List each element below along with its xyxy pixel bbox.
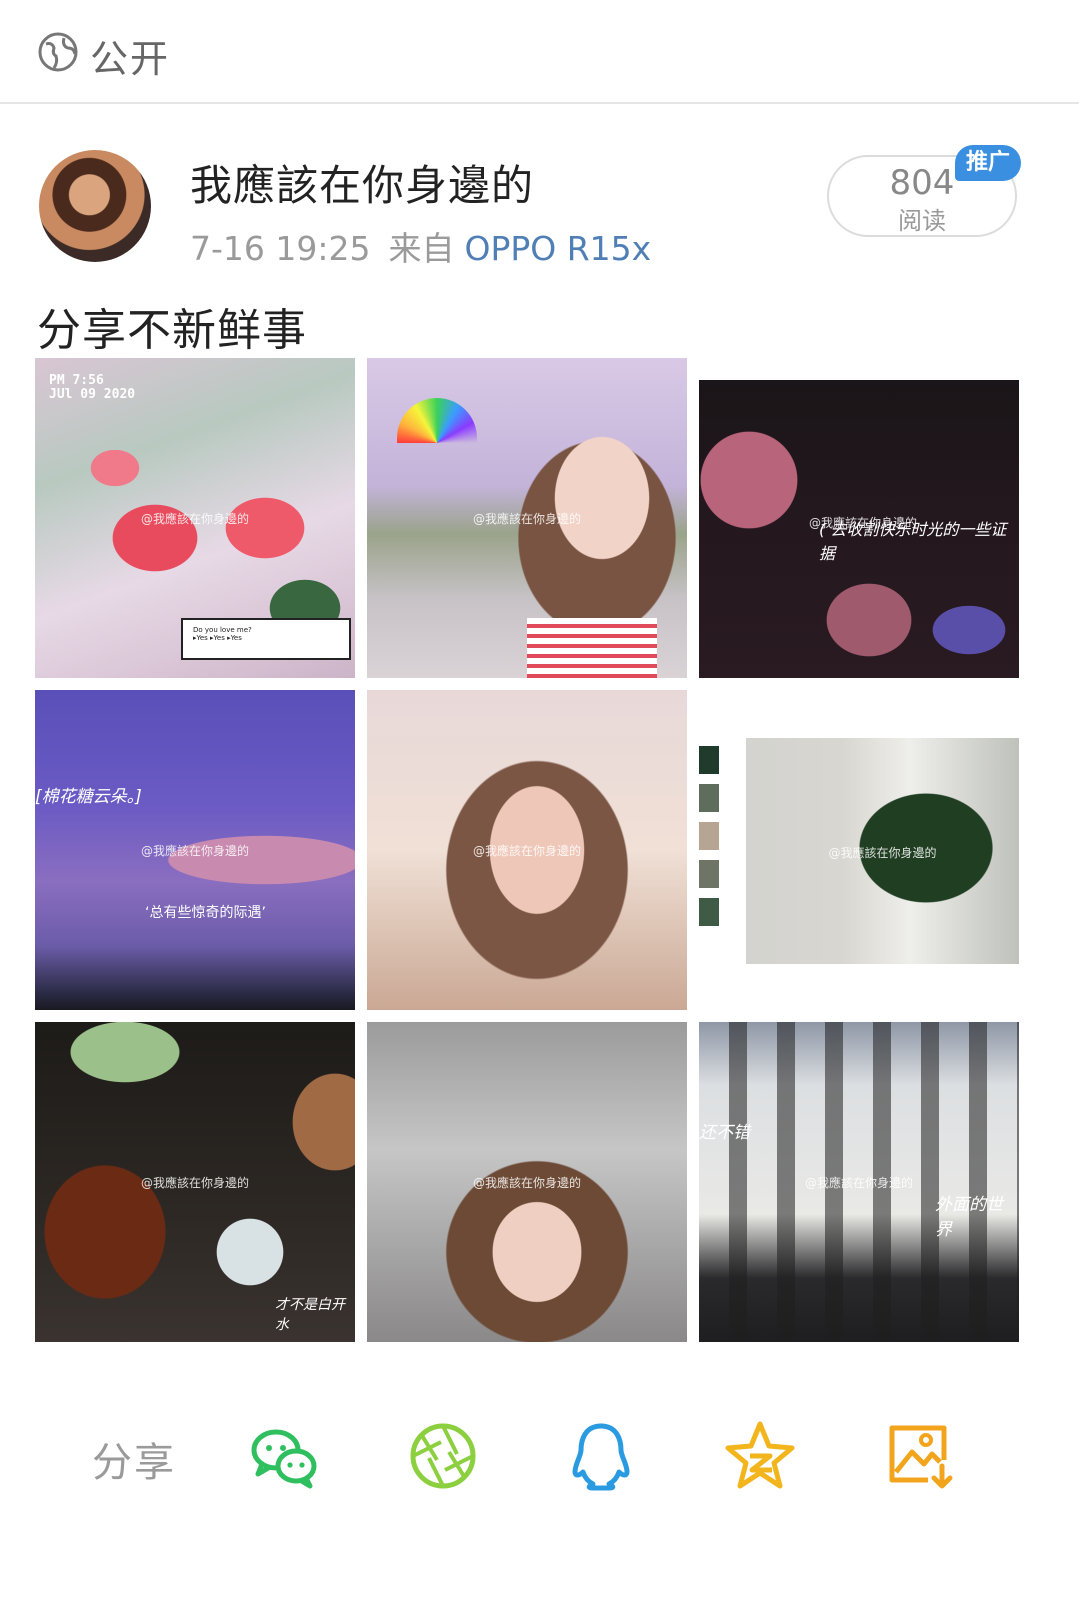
reads-label: 阅读 bbox=[898, 207, 946, 235]
image-caption: 外面的世界 bbox=[935, 1195, 1003, 1240]
share-qq-button[interactable] bbox=[565, 1420, 637, 1492]
color-swatch bbox=[699, 746, 719, 774]
image-dialog-overlay: Do you love me? ▸Yes ▸Yes ▸Yes bbox=[181, 618, 351, 660]
globe-icon bbox=[38, 32, 78, 72]
post-image-9[interactable]: 还不错 @我應該在你身邊的 外面的世界 bbox=[699, 1022, 1019, 1342]
image-caption: ( 去收割快乐时光的一些证据 bbox=[819, 520, 1007, 563]
image-watermark: @我應該在你身邊的 bbox=[140, 844, 249, 858]
share-qzone-button[interactable] bbox=[724, 1420, 796, 1492]
post-image-4[interactable]: [棉花糖云朵。] @我應該在你身邊的 ‘总有些惊奇的际遇’ bbox=[35, 690, 355, 1010]
share-wechat-button[interactable] bbox=[248, 1420, 320, 1492]
share-label: 分享 bbox=[92, 1440, 176, 1486]
color-swatch bbox=[699, 898, 719, 926]
privacy-label: 公开 bbox=[90, 37, 171, 81]
moments-icon bbox=[410, 1423, 476, 1489]
post-image-8[interactable]: @我應該在你身邊的 bbox=[367, 1022, 687, 1342]
image-timestamp: PM 7:56 JUl 09 2020 bbox=[49, 373, 136, 402]
post-image-3[interactable]: @我應該在你身邊的 ( 去收割快乐时光的一些证据 bbox=[699, 380, 1019, 678]
image-caption: 才不是白开水 bbox=[275, 1297, 345, 1333]
image-watermark: @我應該在你身邊的 bbox=[828, 846, 937, 860]
image-watermark: @我應該在你身邊的 bbox=[472, 844, 581, 858]
qzone-icon bbox=[725, 1421, 795, 1489]
post-image-1[interactable]: PM 7:56 JUl 09 2020 @我應該在你身邊的 Do you lov… bbox=[35, 358, 355, 678]
color-swatch bbox=[699, 860, 719, 888]
image-watermark: @我應該在你身邊的 bbox=[140, 512, 249, 526]
image-caption: 还不错 bbox=[699, 1123, 750, 1143]
post-text: 分享不新鲜事 bbox=[37, 305, 307, 356]
privacy-bar[interactable]: 公开 bbox=[0, 0, 1079, 104]
avatar[interactable] bbox=[39, 150, 151, 262]
color-swatch bbox=[699, 822, 719, 850]
promo-badge[interactable]: 推广 bbox=[955, 145, 1021, 181]
qq-icon bbox=[572, 1423, 630, 1491]
image-watermark: @我應該在你身邊的 bbox=[472, 1176, 581, 1190]
from-label: 来自 bbox=[388, 229, 455, 268]
author-name[interactable]: 我應該在你身邊的 bbox=[190, 152, 534, 213]
weibo-post-page: 公开 我應該在你身邊的 7-16 19:25 来自 OPPO R15x 804 阅读… bbox=[0, 0, 1079, 1605]
rainbow-sticker bbox=[397, 398, 477, 443]
device-link[interactable]: OPPO R15x bbox=[465, 229, 652, 268]
image-caption: [棉花糖云朵。] bbox=[35, 787, 142, 807]
image-watermark: @我應該在你身邊的 bbox=[472, 512, 581, 526]
post-image-5[interactable]: @我應該在你身邊的 bbox=[367, 690, 687, 1010]
save-image-button[interactable] bbox=[884, 1420, 956, 1492]
image-caption: ‘总有些惊奇的际遇’ bbox=[145, 905, 266, 921]
striped-shirt bbox=[527, 618, 657, 678]
image-watermark: @我應該在你身邊的 bbox=[804, 1176, 913, 1190]
post-image-6[interactable]: @我應該在你身邊的 bbox=[699, 690, 1019, 1010]
share-moments-button[interactable] bbox=[407, 1420, 479, 1492]
post-time: 7-16 19:25 bbox=[190, 229, 371, 268]
color-swatch bbox=[699, 784, 719, 812]
wechat-icon bbox=[251, 1429, 317, 1489]
save-image-icon bbox=[889, 1425, 953, 1489]
plant-photo: @我應該在你身邊的 bbox=[746, 738, 1019, 964]
post-image-2[interactable]: @我應該在你身邊的 bbox=[367, 358, 687, 678]
post-image-7[interactable]: @我應該在你身邊的 才不是白开水 bbox=[35, 1022, 355, 1342]
post-meta: 7-16 19:25 来自 OPPO R15x bbox=[190, 222, 651, 270]
image-watermark: @我應該在你身邊的 bbox=[140, 1176, 249, 1190]
